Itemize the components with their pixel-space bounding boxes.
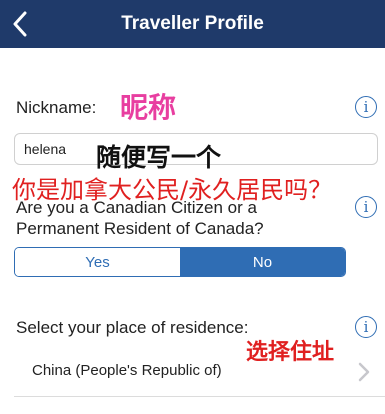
no-option[interactable]: No <box>180 248 345 276</box>
residence-info-icon[interactable]: i <box>355 316 377 338</box>
citizen-segmented-control: Yes No <box>14 247 346 277</box>
citizen-info-icon[interactable]: i <box>355 196 377 218</box>
residence-label: Select your place of residence: <box>16 318 249 337</box>
citizen-question-line1: Are you a Canadian Citizen or a <box>16 198 257 217</box>
nickname-info-icon[interactable]: i <box>355 96 377 118</box>
nickname-label: Nickname: <box>16 98 97 117</box>
citizen-question-line2: Permanent Resident of Canada? <box>16 219 264 238</box>
residence-select[interactable]: China (People's Republic of) <box>0 352 385 392</box>
chevron-right-icon <box>358 362 370 382</box>
yes-option[interactable]: Yes <box>15 248 180 276</box>
top-nav-bar: Traveller Profile <box>0 0 385 48</box>
page-title: Traveller Profile <box>121 13 264 34</box>
residence-value: China (People's Republic of) <box>32 362 222 379</box>
nickname-hint-annotation: 随便写一个 <box>96 143 222 172</box>
nickname-annotation: 昵称 <box>120 91 177 124</box>
row-divider <box>14 396 385 397</box>
